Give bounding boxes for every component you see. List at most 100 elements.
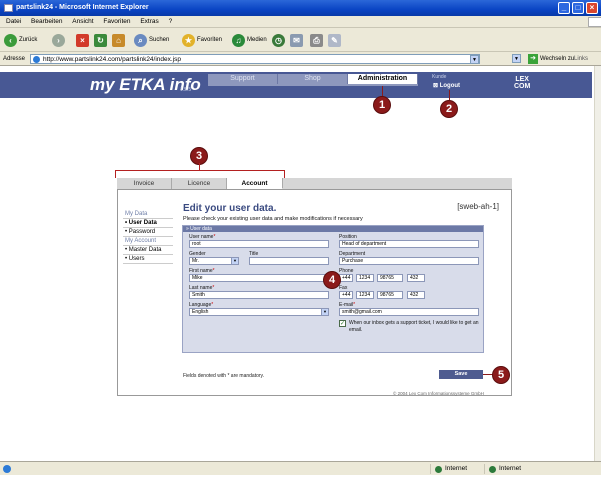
minimize-button[interactable]: _ (558, 2, 570, 14)
ie-app-icon (4, 4, 13, 12)
globe-icon (435, 465, 442, 473)
go-button[interactable]: ➜ Wechseln zu (528, 54, 574, 64)
nav-shop[interactable]: Shop (278, 74, 348, 84)
tab-licence[interactable]: Licence (172, 178, 227, 189)
email-input[interactable]: smith@gmail.com (339, 308, 479, 316)
mail-button[interactable]: ✉ (290, 33, 303, 47)
refresh-button[interactable]: ↻ (94, 33, 107, 47)
menu-bar: Datei Bearbeiten Ansicht Favoriten Extra… (0, 16, 601, 28)
phone-ext-input[interactable]: 432 (407, 274, 425, 282)
status-zone-2-label: Internet (499, 465, 522, 472)
star-icon: ★ (182, 33, 195, 47)
media-button[interactable]: ♫ Medien (232, 33, 267, 47)
stop-icon: × (76, 33, 89, 47)
nav-underline (208, 84, 418, 86)
notify-checkbox[interactable]: ✓ (339, 320, 346, 327)
links-label[interactable]: Links (574, 52, 588, 66)
edit-button[interactable]: ✎ (328, 33, 341, 47)
firstname-input[interactable]: Mike (189, 274, 329, 282)
address-label: Adresse (3, 56, 26, 62)
account-sidenav: My Data • User Data • Password My Accoun… (123, 210, 173, 264)
department-input[interactable]: Purchase (339, 257, 479, 265)
sidenav-password-label: Password (128, 229, 156, 235)
home-button[interactable]: ⌂ (112, 33, 125, 47)
sidenav-item-master-data[interactable]: • Master Data (123, 245, 173, 254)
fax-ext-input[interactable]: 432 (407, 291, 425, 299)
sidenav-user-data-label: User Data (128, 220, 157, 226)
menu-item-ansicht[interactable]: Ansicht (72, 18, 93, 25)
logout-link[interactable]: ⊠ Logout (433, 82, 460, 89)
sidenav-group-my-data: My Data (125, 211, 148, 217)
back-arrow-icon: ‹ (4, 33, 17, 47)
menu-item-extras[interactable]: Extras (140, 18, 158, 25)
search-label: Suchen (149, 37, 170, 43)
back-button[interactable]: ‹ Zurück (4, 33, 37, 47)
search-button[interactable]: ⌕ Suchen (134, 33, 169, 47)
globe-icon (489, 465, 496, 473)
customer-label: Kunde (432, 74, 447, 80)
vertical-scrollbar[interactable] (594, 66, 601, 461)
lexcom-logo-line2: COM (514, 83, 531, 90)
go-dropdown-icon[interactable]: ▼ (512, 54, 521, 63)
username-input[interactable]: root (189, 240, 329, 248)
form-section-header: » User data (183, 226, 483, 232)
status-bar: Internet Internet (0, 461, 601, 475)
account-tabs: Invoice Licence Account (117, 178, 512, 190)
tab-invoice[interactable]: Invoice (117, 178, 172, 189)
menu-item-help[interactable]: ? (169, 18, 173, 25)
home-icon: ⌂ (112, 33, 125, 47)
stop-button[interactable]: × (76, 33, 89, 47)
menu-item-favoriten[interactable]: Favoriten (103, 18, 130, 25)
tab-account[interactable]: Account (227, 178, 283, 189)
language-select[interactable]: English ▼ (189, 308, 329, 316)
callout-3-bracket (115, 170, 285, 178)
fax-number-input[interactable]: 98765 (377, 291, 403, 299)
page-title: Edit your user data. (183, 203, 277, 214)
go-label: Wechseln zu (540, 56, 575, 62)
history-button[interactable]: ◷ (272, 33, 285, 47)
fax-country-input[interactable]: +44 (339, 291, 353, 299)
user-data-form: » User data User name* root Position Hea… (182, 225, 484, 353)
status-zone-1-label: Internet (445, 465, 468, 472)
window-titlebar: partslink24 - Microsoft Internet Explore… (0, 0, 601, 16)
forward-arrow-icon: › (52, 33, 65, 47)
media-icon: ♫ (232, 33, 245, 47)
callout-1-pointer (382, 86, 383, 96)
lastname-input[interactable]: Smith (189, 291, 329, 299)
address-dropdown-icon[interactable]: ▼ (470, 55, 479, 64)
menu-item-bearbeiten[interactable]: Bearbeiten (31, 18, 62, 25)
sidenav-master-data-label: Master Data (128, 247, 162, 253)
sidenav-item-password[interactable]: • Password (123, 227, 173, 236)
windows-flag-icon (588, 17, 601, 27)
phone-country-input[interactable]: +44 (339, 274, 353, 282)
etka-version: 1.5.5 (180, 87, 192, 93)
go-arrow-icon: ➜ (528, 54, 538, 64)
page-code: [sweb-ah-1] (457, 202, 499, 211)
sidenav-item-user-data[interactable]: • User Data (123, 218, 173, 227)
print-button[interactable]: ⎙ (310, 33, 323, 47)
address-input[interactable]: http://www.partslink24.com/partslink24/i… (30, 54, 480, 64)
title-input[interactable] (249, 257, 329, 265)
position-input[interactable]: Head of department (339, 240, 479, 248)
nav-administration[interactable]: Administration (348, 74, 418, 84)
callout-2-pointer (449, 90, 450, 100)
phone-number-input[interactable]: 98765 (377, 274, 403, 282)
fax-area-input[interactable]: 1234 (356, 291, 374, 299)
favorites-button[interactable]: ★ Favoriten (182, 33, 222, 47)
menu-item-datei[interactable]: Datei (6, 18, 21, 25)
gender-dropdown-icon: ▼ (231, 258, 238, 264)
forward-button[interactable]: › (52, 33, 65, 47)
save-button[interactable]: Save (439, 370, 483, 379)
phone-area-input[interactable]: 1234 (356, 274, 374, 282)
address-bar: Adresse http://www.partslink24.com/parts… (0, 52, 601, 66)
mail-icon: ✉ (290, 33, 303, 47)
media-label: Medien (247, 37, 267, 43)
maximize-button[interactable]: □ (572, 2, 584, 14)
address-url: http://www.partslink24.com/partslink24/i… (43, 56, 182, 63)
sidenav-item-users[interactable]: • Users (123, 254, 173, 264)
gender-select[interactable]: Mr. ▼ (189, 257, 239, 265)
account-panel: My Data • User Data • Password My Accoun… (117, 190, 512, 396)
window-title: partslink24 - Microsoft Internet Explore… (16, 4, 149, 11)
close-button[interactable]: × (586, 2, 598, 14)
nav-support[interactable]: Support (208, 74, 278, 84)
